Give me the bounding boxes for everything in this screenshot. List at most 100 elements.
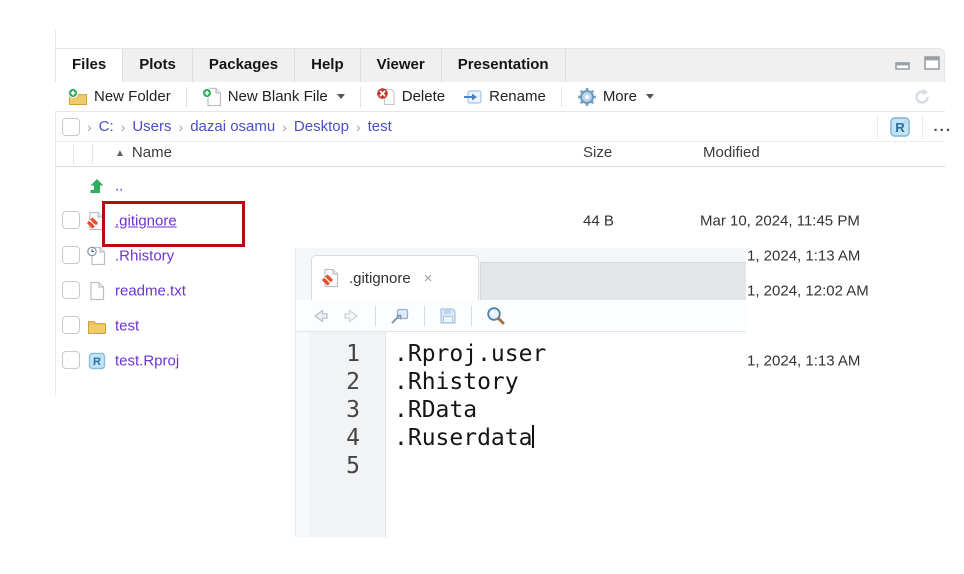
tab-packages[interactable]: Packages xyxy=(193,49,295,82)
code-line-text: .Rhistory xyxy=(394,369,519,395)
new-folder-button[interactable]: New Folder xyxy=(63,87,176,107)
gear-icon xyxy=(577,87,597,107)
tab-presentation[interactable]: Presentation xyxy=(442,49,566,82)
maximize-button[interactable] xyxy=(922,55,942,71)
column-header-name[interactable]: ▲Name xyxy=(115,144,172,161)
forward-arrow-icon xyxy=(340,306,362,326)
tab-plots[interactable]: Plots xyxy=(123,49,193,82)
tab-help[interactable]: Help xyxy=(295,49,361,82)
breadcrumb-segment-c[interactable]: C: xyxy=(99,118,114,135)
breadcrumb-segment-desktop[interactable]: Desktop xyxy=(294,118,349,135)
back-arrow-icon xyxy=(310,306,332,326)
files-toolbar: New Folder New Blank File Delete Rename More xyxy=(55,82,945,112)
breadcrumb-checkbox[interactable] xyxy=(62,118,80,136)
svg-text:R: R xyxy=(93,356,101,368)
tab-close-icon[interactable]: × xyxy=(424,270,433,287)
folder-plus-icon xyxy=(68,87,88,107)
pane-window-controls xyxy=(893,55,942,71)
file-link-test[interactable]: test xyxy=(115,317,139,334)
delete-label: Delete xyxy=(402,88,445,105)
editor-left-margin xyxy=(296,332,309,537)
search-icon xyxy=(485,305,507,327)
breadcrumb-right-controls: R... xyxy=(877,114,952,140)
code-line: .Ruserdata xyxy=(394,424,746,452)
code-line-text: .RData xyxy=(394,397,477,423)
breadcrumb-segment-users[interactable]: Users xyxy=(132,118,171,135)
code-line: .RData xyxy=(394,396,746,424)
breadcrumb: ›C:›Users›dazai osamu›Desktop›test xyxy=(55,112,945,142)
more-label: More xyxy=(603,88,637,105)
breadcrumb-divider xyxy=(877,115,878,139)
header-column-tick xyxy=(92,144,93,164)
rename-button[interactable]: Rename xyxy=(456,87,551,107)
r-project-icon: R xyxy=(888,115,912,139)
breadcrumb-segment-dazai-osamu[interactable]: dazai osamu xyxy=(190,118,275,135)
editor-tabstrip: .gitignore × xyxy=(296,248,746,300)
up-level-icon xyxy=(87,175,109,197)
editor-code-area[interactable]: .Rproj.user.Rhistory.RData.Ruserdata xyxy=(386,332,746,545)
minimize-button[interactable] xyxy=(893,55,913,71)
breadcrumb-separator: › xyxy=(121,119,126,135)
line-number: 2 xyxy=(309,368,385,396)
header-column-tick xyxy=(73,144,74,164)
file-row-item: .. xyxy=(55,168,945,203)
row-checkbox[interactable] xyxy=(62,281,80,299)
breadcrumb-separator: › xyxy=(282,119,287,135)
rhistory-icon xyxy=(87,245,109,267)
file-icon xyxy=(87,280,109,302)
files-table-header: ▲Name Size Modified xyxy=(55,142,945,167)
file-link-readme-txt[interactable]: readme.txt xyxy=(115,282,186,299)
new-folder-label: New Folder xyxy=(94,88,171,105)
more-options-ellipsis[interactable]: ... xyxy=(933,122,952,132)
file-modified: 1, 2024, 1:13 AM xyxy=(747,352,860,369)
dropdown-caret-icon xyxy=(337,94,345,99)
toolbar-separator xyxy=(360,87,361,107)
rename-arrow-icon xyxy=(461,87,483,107)
row-checkbox[interactable] xyxy=(62,316,80,334)
editor-overlay: .gitignore × 12345 .Rproj.user.Rhistory.… xyxy=(295,248,745,537)
line-number: 5 xyxy=(309,452,385,480)
tab-files[interactable]: Files xyxy=(56,49,123,82)
file-modified: Mar 10, 2024, 11:45 PM xyxy=(700,212,860,229)
open-new-window-icon xyxy=(389,306,411,326)
line-number: 3 xyxy=(309,396,385,424)
refresh-button[interactable] xyxy=(913,88,931,111)
code-line: .Rproj.user xyxy=(394,340,746,368)
tab-viewer[interactable]: Viewer xyxy=(361,49,442,82)
column-header-size[interactable]: Size xyxy=(583,144,612,161)
row-checkbox[interactable] xyxy=(62,351,80,369)
save-icon xyxy=(438,306,458,326)
breadcrumb-divider xyxy=(922,115,923,139)
toolbar-separator xyxy=(561,87,562,107)
file-plus-icon xyxy=(202,87,222,107)
file-link-item[interactable]: .. xyxy=(115,177,123,194)
svg-text:R: R xyxy=(896,120,906,135)
editor-toolbar-separator xyxy=(424,306,425,326)
new-blank-file-button[interactable]: New Blank File xyxy=(197,87,350,107)
delete-button[interactable]: Delete xyxy=(371,87,450,107)
editor-tab-gitignore[interactable]: .gitignore × xyxy=(311,255,479,300)
breadcrumb-segment-test[interactable]: test xyxy=(368,118,392,135)
code-line-text: .Rproj.user xyxy=(394,341,546,367)
file-modified: 1, 2024, 12:02 AM xyxy=(747,282,869,299)
highlight-rectangle xyxy=(102,201,245,247)
row-checkbox[interactable] xyxy=(62,246,80,264)
editor-tab-label: .gitignore xyxy=(349,270,411,287)
rproj-icon: R xyxy=(87,350,109,372)
delete-cross-icon xyxy=(376,87,396,107)
editor-toolbar-separator xyxy=(471,306,472,326)
column-header-modified[interactable]: Modified xyxy=(703,144,760,161)
row-checkbox[interactable] xyxy=(62,211,80,229)
pane-tabstrip: FilesPlotsPackagesHelpViewerPresentation xyxy=(55,48,945,82)
sort-ascending-icon: ▲ xyxy=(115,148,125,159)
file-link-test-rproj[interactable]: test.Rproj xyxy=(115,352,179,369)
file-size: 44 B xyxy=(583,212,614,229)
dropdown-caret-icon xyxy=(646,94,654,99)
more-button[interactable]: More xyxy=(572,87,659,107)
line-number: 1 xyxy=(309,340,385,368)
toolbar-separator xyxy=(186,87,187,107)
text-cursor xyxy=(532,425,534,448)
gitignore-file-icon xyxy=(322,268,342,288)
file-link-rhistory[interactable]: .Rhistory xyxy=(115,247,174,264)
folder-icon xyxy=(87,315,109,337)
